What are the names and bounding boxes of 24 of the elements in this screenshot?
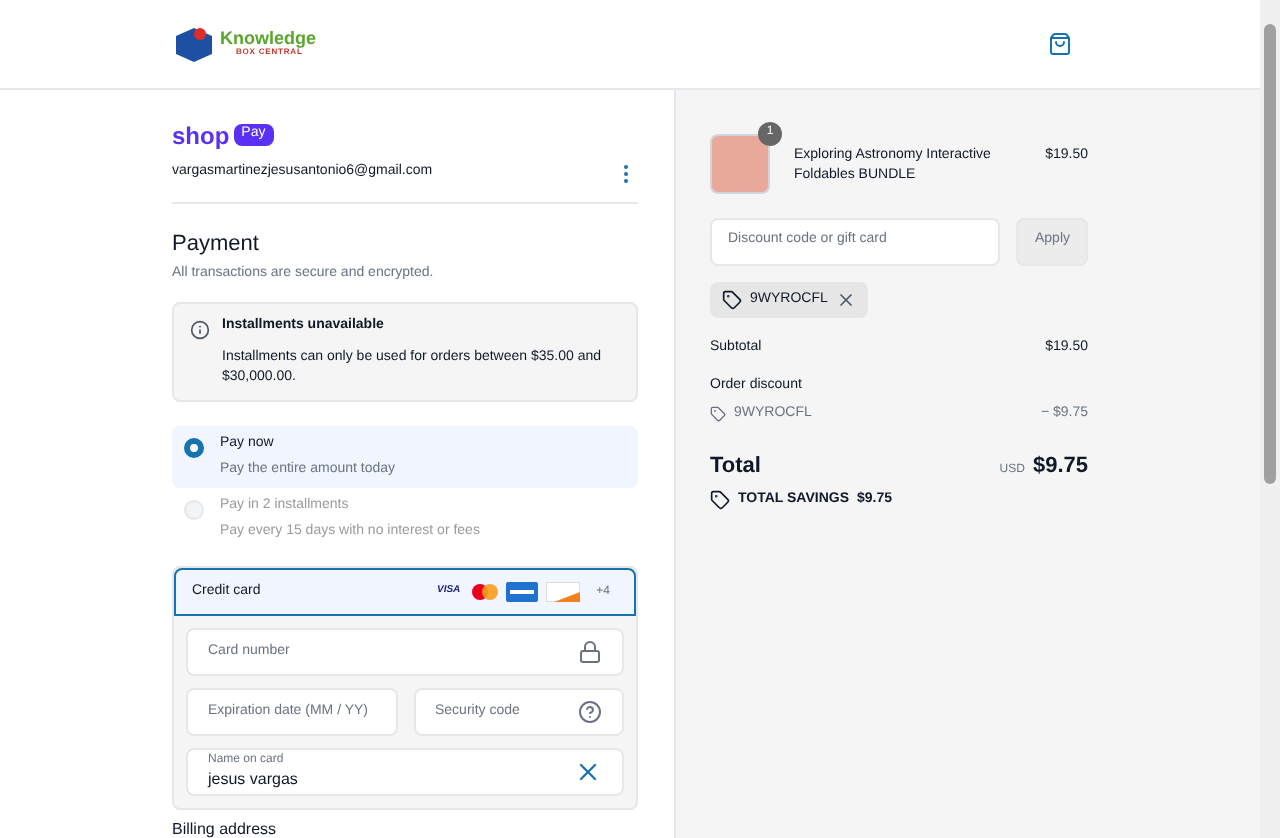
section-title: Billing address	[172, 822, 279, 838]
remove-icon[interactable]	[835, 289, 856, 310]
scrollbar-thumb[interactable]	[1264, 24, 1276, 484]
logo-wordmark: Knowledge	[220, 30, 317, 49]
section-title: Payment	[172, 229, 261, 259]
amex-logo	[506, 582, 539, 602]
cube-icon	[172, 23, 216, 64]
radio-button[interactable]	[184, 438, 204, 458]
total-label: Total	[710, 451, 761, 481]
product-image	[710, 133, 770, 193]
total-value: $9.75	[1032, 451, 1088, 481]
tag-icon	[710, 406, 726, 423]
field-value: jesus vargas	[208, 769, 298, 790]
tag-icon	[722, 289, 742, 310]
shop-pay-wordmark: shop	[172, 119, 230, 153]
lock-icon	[578, 640, 602, 664]
cart-icon[interactable]	[1048, 31, 1072, 56]
help-icon	[578, 700, 602, 724]
scrollbar[interactable]	[1260, 0, 1280, 838]
info-icon	[190, 319, 210, 339]
discover-logo	[546, 582, 581, 602]
savings-icon	[710, 490, 730, 511]
mastercard-logo	[472, 584, 499, 600]
close-icon[interactable]	[574, 758, 602, 786]
